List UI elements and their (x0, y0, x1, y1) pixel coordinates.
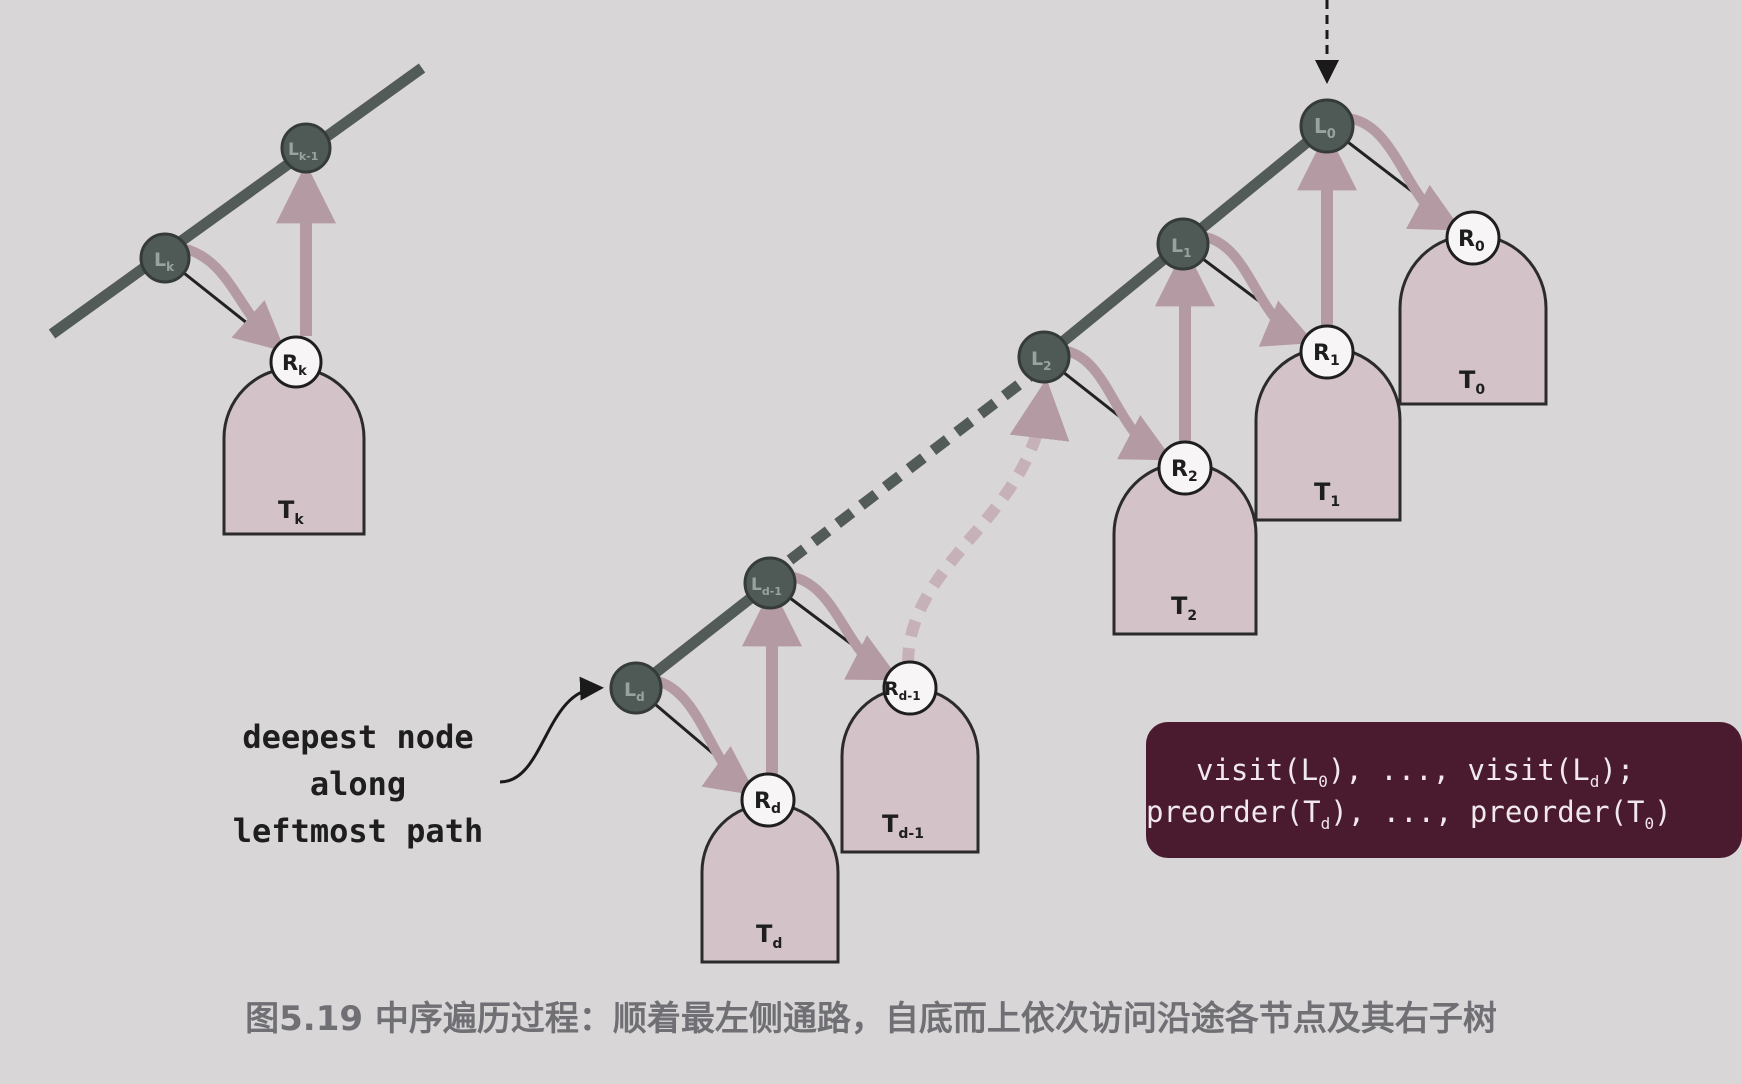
code-box (1146, 722, 1742, 858)
annotation-line-3: leftmost path (233, 812, 483, 850)
node-l-0 (1299, 98, 1355, 154)
edge-l0-r0 (1326, 124, 1474, 240)
annotation-pointer-arrow (499, 676, 604, 784)
traversal-diagram: Lk Lk-1 L0 L1 L2 Ld-1 Ld Rk R0 R1 R2 Rd-… (48, 0, 1742, 1039)
arrow-ldm1-to-rdm1 (786, 571, 901, 681)
arrow-rdm1-up-dotted (902, 378, 1070, 665)
arrow-l2-to-r2 (1060, 345, 1173, 461)
arrow-l1-to-r1 (1199, 231, 1315, 347)
code-line-1: visit(L0), ..., visit(Ld); (1196, 753, 1634, 791)
code-line-2: preorder(Td), ..., preorder(T0) (1146, 795, 1672, 833)
arrow-lk-to-rk (180, 243, 286, 352)
left-path-dotted (786, 365, 1042, 565)
node-l-2 (1017, 330, 1071, 384)
arrow-ld-to-rd (652, 675, 757, 796)
diagram-canvas: Lk Lk-1 L0 L1 L2 Ld-1 Ld Rk R0 R1 R2 Rd-… (0, 0, 1742, 1080)
annotation-line-2: along (310, 765, 406, 803)
annotation-line-1: deepest node (242, 718, 473, 756)
arrow-l0-to-r0 (1345, 113, 1462, 231)
figure-caption: 图5.19 中序遍历过程：顺着最左侧通路，自底而上依次访问沿途各节点及其右子树 (245, 999, 1497, 1039)
